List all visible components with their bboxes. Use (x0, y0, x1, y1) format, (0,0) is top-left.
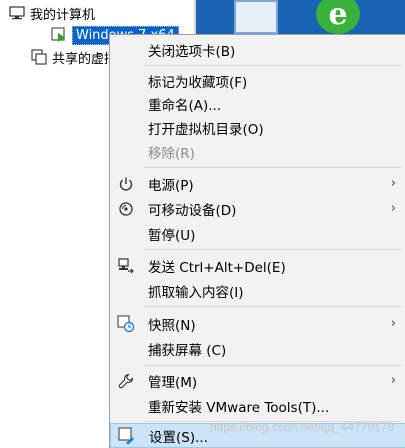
menu-item-send-cad[interactable]: 发送 Ctrl+Alt+Del(E) (110, 253, 405, 278)
ie-icon: e (316, 0, 360, 34)
menu-item-snapshot[interactable]: 快照(N) › (110, 311, 405, 336)
shared-vm-icon (30, 49, 48, 65)
power-icon (116, 174, 136, 194)
menu-label-send-cad: 发送 Ctrl+Alt+Del(E) (148, 259, 286, 276)
menu-separator (144, 306, 401, 307)
menu-item-capture[interactable]: 捕获屏幕 (C) (110, 336, 405, 361)
menu-item-rename[interactable]: 重命名(A)... (110, 91, 405, 116)
menu-label-power: 电源(P) (148, 177, 194, 194)
menu-item-reinstall-tools[interactable]: 重新安装 VMware Tools(T)... (110, 393, 405, 418)
computer-icon (8, 5, 26, 21)
menu-item-open-dir[interactable]: 打开虚拟机目录(O) (110, 115, 405, 140)
chevron-right-icon: › (390, 176, 396, 191)
menu-item-grab-input[interactable]: 抓取输入内容(I) (110, 278, 405, 303)
menu-separator (144, 65, 401, 66)
watermark: https://blog.csdn.net/qq_44770178 (210, 420, 395, 434)
keyboard-send-icon (116, 256, 136, 276)
wrench-icon (116, 371, 136, 391)
tree-item-my-computer[interactable]: 我的计算机 (8, 3, 95, 23)
menu-item-remove: 移除(R) (110, 139, 405, 164)
menu-separator (144, 365, 401, 366)
context-menu: 关闭选项卡(B) 标记为收藏项(F) 重命名(A)... 打开虚拟机目录(O) … (109, 34, 405, 448)
window-icon (234, 0, 278, 34)
menu-label-reinstall-tools: 重新安装 VMware Tools(T)... (148, 399, 330, 416)
menu-item-favorite[interactable]: 标记为收藏项(F) (110, 68, 405, 93)
snapshot-icon (116, 314, 136, 334)
disc-icon (116, 199, 136, 219)
menu-separator (144, 167, 401, 168)
vm-icon (50, 27, 68, 43)
menu-label-pause: 暂停(U) (148, 227, 196, 244)
chevron-right-icon: › (390, 316, 396, 331)
menu-label-close-tab: 关闭选项卡(B) (148, 43, 236, 60)
menu-label-favorite: 标记为收藏项(F) (148, 74, 248, 91)
chevron-right-icon: › (390, 373, 396, 388)
menu-label-remove: 移除(R) (148, 145, 195, 162)
menu-item-manage[interactable]: 管理(M) › (110, 368, 405, 393)
menu-item-close-tab[interactable]: 关闭选项卡(B) (110, 37, 405, 62)
menu-item-power[interactable]: 电源(P) › (110, 171, 405, 196)
menu-label-grab-input: 抓取输入内容(I) (148, 284, 244, 301)
menu-label-open-dir: 打开虚拟机目录(O) (148, 121, 264, 138)
menu-label-manage: 管理(M) (148, 374, 198, 391)
menu-label-capture: 捕获屏幕 (C) (148, 342, 227, 359)
menu-label-snapshot: 快照(N) (148, 317, 196, 334)
settings-icon (117, 426, 137, 446)
menu-label-removable: 可移动设备(D) (148, 202, 237, 219)
vm-desktop-preview: e (196, 0, 405, 34)
menu-label-rename: 重命名(A)... (148, 97, 222, 114)
tree-label-my-computer: 我的计算机 (30, 7, 96, 23)
menu-item-removable[interactable]: 可移动设备(D) › (110, 196, 405, 221)
chevron-right-icon: › (390, 201, 396, 216)
menu-separator (144, 249, 401, 250)
menu-label-settings: 设置(S)... (149, 429, 208, 446)
menu-item-pause[interactable]: 暂停(U) (110, 221, 405, 246)
